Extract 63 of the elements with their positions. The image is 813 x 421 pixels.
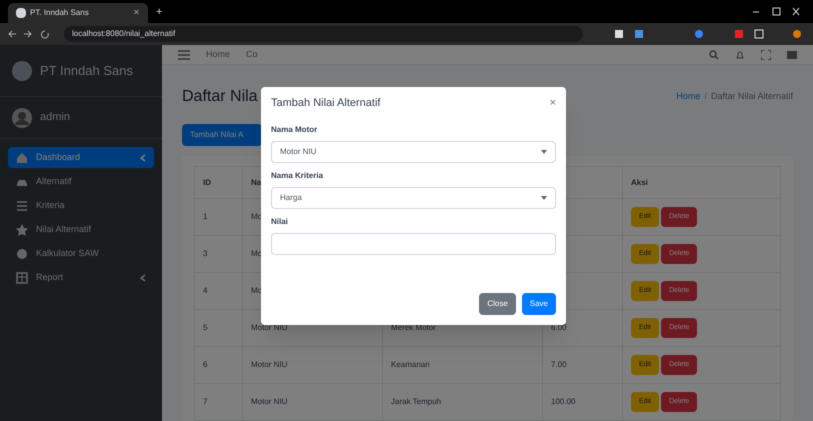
table-cell: 6 <box>203 360 208 369</box>
brand-name: PT Inndah Sans <box>40 62 133 80</box>
breadcrumb-current: Daftar Nilai Alternatif <box>710 90 793 104</box>
sidebar-item[interactable]: Kriteria <box>8 195 154 216</box>
table-cell: 7.00 <box>551 360 567 369</box>
column-header: ID <box>203 178 211 186</box>
close-tab-icon[interactable]: ✕ <box>133 7 140 19</box>
menu-icon[interactable] <box>178 50 190 60</box>
nav-link[interactable]: Home <box>206 48 230 62</box>
nav-link[interactable]: Co <box>246 48 258 62</box>
column-header: Aksi <box>631 178 648 186</box>
sidebar-item[interactable]: Alternatif <box>8 171 154 192</box>
add-value-button[interactable]: Tambah Nilai A <box>182 124 262 146</box>
fullscreen-icon[interactable] <box>761 50 771 60</box>
select-field[interactable]: Motor NIU <box>271 141 556 163</box>
table-icon <box>16 272 28 284</box>
window-controls-icon[interactable] <box>751 6 801 18</box>
user-avatar-icon <box>12 108 32 128</box>
save-button[interactable]: Save <box>522 293 556 315</box>
dialog-title: Tambah Nilai Alternatif <box>271 96 380 112</box>
brand-logo-icon <box>12 60 32 80</box>
list-icon <box>16 200 28 212</box>
table-cell: 5 <box>203 323 208 332</box>
input-field[interactable] <box>271 233 556 255</box>
table-cell: 7 <box>203 397 208 406</box>
navigation-icon[interactable] <box>8 29 52 39</box>
breadcrumb-link[interactable]: Home <box>676 90 700 104</box>
sidebar-item[interactable]: Report <box>8 267 154 288</box>
table-cell: 3 <box>203 249 208 258</box>
table-cell: 100.00 <box>551 397 576 406</box>
dropdown-caret-icon <box>541 196 547 200</box>
dropdown-caret-icon <box>541 150 547 154</box>
home-icon <box>16 152 28 164</box>
url-text: localhost:8080/nilai_alternatif <box>72 28 176 40</box>
field-label: Nama Kriteria <box>271 170 324 182</box>
page-title: Daftar Nila <box>182 87 258 107</box>
circle-icon <box>16 248 28 260</box>
table-cell: Keamanan <box>391 360 430 369</box>
close-dialog-button[interactable]: Close <box>479 293 516 315</box>
search-icon[interactable] <box>709 50 719 60</box>
address-bar[interactable]: localhost:8080/nilai_alternatif <box>64 26 583 42</box>
select-field[interactable]: Harga <box>271 187 556 209</box>
column-header: Na <box>251 178 262 186</box>
star-icon <box>16 224 28 236</box>
field-label: Nilai <box>271 216 289 228</box>
tab-title: PT. Inndah Sans <box>30 7 90 19</box>
table-cell: Motor NIU <box>251 360 288 369</box>
close-button[interactable]: × <box>550 95 556 112</box>
table-cell: Merek Motor <box>391 323 436 332</box>
sidebar-item[interactable]: Nilai Alternatif <box>8 219 154 240</box>
bell-icon[interactable] <box>735 50 745 60</box>
table-cell: 4 <box>203 286 208 295</box>
table-cell: Motor NIU <box>251 397 288 406</box>
browser-tab[interactable]: PT. Inndah Sans ✕ <box>8 3 148 23</box>
table-cell: 1 <box>203 212 208 221</box>
new-tab-icon[interactable]: + <box>156 4 162 20</box>
favicon-icon <box>16 8 26 18</box>
sidebar-item[interactable]: Dashboard <box>8 147 154 168</box>
sidebar-item[interactable]: Kalkulator SAW <box>8 243 154 264</box>
user-name: admin <box>40 110 70 126</box>
field-label: Nama Motor <box>271 124 318 136</box>
breadcrumb-separator: / <box>704 90 707 104</box>
table-cell: Jarak Tempuh <box>391 397 442 406</box>
